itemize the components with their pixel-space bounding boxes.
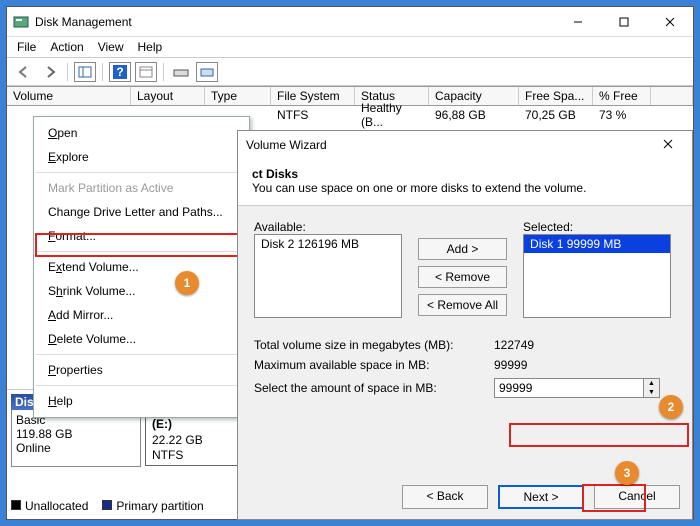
cell-capacity: 96,88 GB <box>429 108 519 122</box>
wizard-subheading: You can use space on one or more disks t… <box>252 181 678 195</box>
svg-text:?: ? <box>116 65 123 79</box>
selected-listbox[interactable]: Disk 1 99999 MB <box>523 234 671 318</box>
total-size-label: Total volume size in megabytes (MB): <box>254 338 494 352</box>
remove-all-button[interactable]: < Remove All <box>418 294 507 316</box>
ctx-format[interactable]: Format... <box>34 224 249 248</box>
col-pct[interactable]: % Free <box>593 87 651 105</box>
menu-view[interactable]: View <box>98 40 124 54</box>
cell-pct: 73 % <box>593 108 651 122</box>
menu-action[interactable]: Action <box>50 40 83 54</box>
ctx-shrink-volume[interactable]: Shrink Volume... <box>34 279 249 303</box>
cell-fs: NTFS <box>271 108 355 122</box>
col-type[interactable]: Type <box>205 87 271 105</box>
cancel-button[interactable]: Cancel <box>594 485 680 509</box>
annotation-badge-1: 1 <box>175 271 199 295</box>
volume-size: 22.22 GB NTFS <box>152 433 203 463</box>
app-icon <box>13 14 29 30</box>
selected-label: Selected: <box>523 220 671 234</box>
disk-size: 119.88 GB <box>16 427 136 441</box>
col-volume[interactable]: Volume <box>7 87 131 105</box>
spinner-down-icon[interactable]: ▼ <box>644 388 659 397</box>
available-label: Available: <box>254 220 402 234</box>
ctx-mark-active: Mark Partition as Active <box>34 176 249 200</box>
forward-icon[interactable] <box>39 62 61 82</box>
col-fs[interactable]: File System <box>271 87 355 105</box>
context-menu: Open Explore Mark Partition as Active Ch… <box>33 116 250 418</box>
list-item[interactable]: Disk 1 99999 MB <box>524 235 670 253</box>
add-button[interactable]: Add > <box>418 238 507 260</box>
close-button[interactable] <box>647 7 693 37</box>
minimize-button[interactable] <box>555 7 601 37</box>
menubar: File Action View Help <box>7 37 693 58</box>
wizard-heading: ct Disks <box>252 167 678 181</box>
ctx-explore[interactable]: Explore <box>34 145 249 169</box>
annotation-badge-2: 2 <box>659 395 683 419</box>
remove-button[interactable]: < Remove <box>418 266 507 288</box>
help-icon[interactable]: ? <box>109 62 131 82</box>
ctx-add-mirror[interactable]: Add Mirror... <box>34 303 249 327</box>
col-layout[interactable]: Layout <box>131 87 205 105</box>
spinner[interactable]: ▲▼ <box>644 378 660 398</box>
titlebar: Disk Management <box>7 7 693 37</box>
volume-status: Healthy (Basic Data <box>152 464 229 466</box>
window-title: Disk Management <box>35 15 132 29</box>
max-space-label: Maximum available space in MB: <box>254 358 494 372</box>
space-input[interactable] <box>494 378 644 398</box>
toolbar: ? <box>7 58 693 86</box>
spinner-up-icon[interactable]: ▲ <box>644 379 659 388</box>
total-size-value: 122749 <box>494 338 654 352</box>
back-icon[interactable] <box>13 62 35 82</box>
cell-free: 70,25 GB <box>519 108 593 122</box>
ctx-extend-volume[interactable]: Extend Volume... <box>34 255 249 279</box>
menu-file[interactable]: File <box>17 40 36 54</box>
col-capacity[interactable]: Capacity <box>429 87 519 105</box>
back-button[interactable]: < Back <box>402 485 488 509</box>
next-button[interactable]: Next > <box>498 485 584 509</box>
legend-primary: Primary partition <box>116 499 203 513</box>
toolbar-icon-4[interactable] <box>196 62 218 82</box>
list-item[interactable]: Disk 2 126196 MB <box>255 235 401 253</box>
available-listbox[interactable]: Disk 2 126196 MB <box>254 234 402 318</box>
wizard-header: ct Disks You can use space on one or mor… <box>238 159 692 206</box>
ctx-delete-volume[interactable]: Delete Volume... <box>34 327 249 351</box>
maximize-button[interactable] <box>601 7 647 37</box>
toolbar-icon-1[interactable] <box>74 62 96 82</box>
disk-status: Online <box>16 441 136 455</box>
menu-help[interactable]: Help <box>138 40 163 54</box>
max-space-value: 99999 <box>494 358 654 372</box>
col-free[interactable]: Free Spa... <box>519 87 593 105</box>
ctx-change-letter[interactable]: Change Drive Letter and Paths... <box>34 200 249 224</box>
ctx-help[interactable]: Help <box>34 389 249 413</box>
legend-unallocated-icon <box>11 500 21 510</box>
wizard-close-button[interactable] <box>652 138 684 152</box>
disk-management-window: Disk Management File Action View Help ? … <box>6 6 694 520</box>
ctx-open[interactable]: Open <box>34 121 249 145</box>
legend: Unallocated Primary partition <box>11 499 204 513</box>
legend-primary-icon <box>102 500 112 510</box>
volume-grid-header: Volume Layout Type File System Status Ca… <box>7 86 693 106</box>
ctx-properties[interactable]: Properties <box>34 358 249 382</box>
cell-status: Healthy (B... <box>355 101 429 129</box>
annotation-badge-3: 3 <box>615 461 639 485</box>
select-space-label: Select the amount of space in MB: <box>254 381 494 395</box>
toolbar-icon-3[interactable] <box>170 62 192 82</box>
legend-unallocated: Unallocated <box>25 499 88 513</box>
toolbar-icon-2[interactable] <box>135 62 157 82</box>
wizard-title: Volume Wizard <box>246 138 652 152</box>
